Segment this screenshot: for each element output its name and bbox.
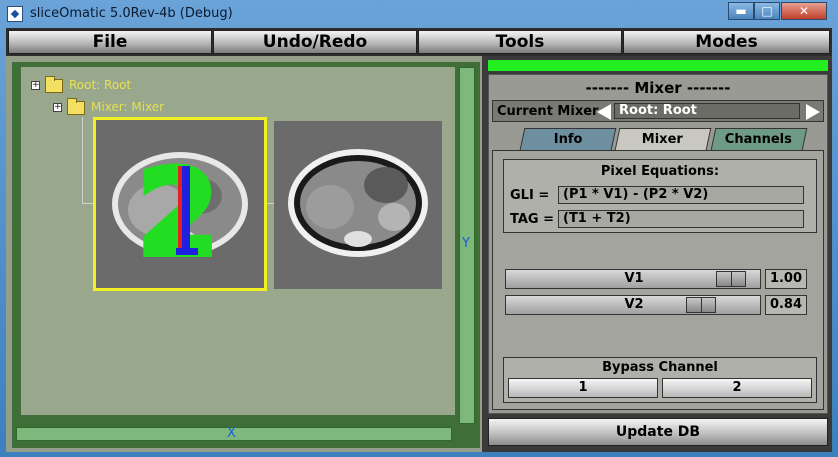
y-axis-label: Y bbox=[462, 236, 470, 251]
v1-slider-thumb[interactable] bbox=[716, 271, 746, 287]
menu-tools[interactable]: Tools bbox=[418, 30, 622, 54]
v2-slider[interactable]: V2 bbox=[505, 295, 761, 315]
graph-view-pane: + Root: Root + Mixer: Mixer Y X bbox=[12, 62, 480, 448]
pixel-equations-group: Pixel Equations: GLI = (P1 * V1) - (P2 *… bbox=[503, 159, 817, 233]
gli-label: GLI = bbox=[510, 188, 550, 203]
next-mixer-arrow-icon[interactable] bbox=[806, 104, 820, 120]
tab-info-label: Info bbox=[553, 132, 583, 147]
tree-label-mixer[interactable]: Mixer: Mixer bbox=[91, 100, 164, 114]
bypass-channel-1-button[interactable]: 1 bbox=[508, 378, 658, 398]
current-mixer-bar: Current Mixer Root: Root bbox=[492, 100, 824, 122]
mixer-panel: ------- Mixer ------- Current Mixer Root… bbox=[488, 74, 828, 414]
bypass-channel-2-button[interactable]: 2 bbox=[662, 378, 812, 398]
folder-icon bbox=[67, 98, 85, 115]
v2-slider-label: V2 bbox=[624, 297, 644, 312]
expand-icon[interactable]: + bbox=[31, 81, 40, 90]
tab-mixer[interactable]: Mixer bbox=[614, 128, 712, 150]
label-overlay-1-edge bbox=[182, 166, 190, 252]
tree-label-root[interactable]: Root: Root bbox=[69, 78, 131, 92]
label-overlay-1-base bbox=[176, 248, 198, 255]
menu-file[interactable]: File bbox=[8, 30, 212, 54]
menu-bar: File Undo/Redo Tools Modes bbox=[6, 28, 832, 56]
mixer-control-pane: ------- Mixer ------- Current Mixer Root… bbox=[482, 56, 832, 452]
bypass-channel-group: Bypass Channel 1 2 bbox=[503, 357, 817, 403]
pixel-equations-title: Pixel Equations: bbox=[600, 164, 720, 179]
mixer-title: ------- Mixer ------- bbox=[585, 79, 731, 97]
v2-value: 0.84 bbox=[765, 295, 807, 315]
window-title: sliceOmatic 5.0Rev-4b (Debug) bbox=[30, 6, 233, 21]
mixed-slice-thumbnail[interactable]: 2 bbox=[93, 117, 267, 291]
folder-icon bbox=[45, 76, 63, 93]
menu-undo-redo[interactable]: Undo/Redo bbox=[213, 30, 417, 54]
tab-channels-label: Channels bbox=[725, 132, 793, 147]
v1-value: 1.00 bbox=[765, 269, 807, 289]
current-mixer-value[interactable]: Root: Root bbox=[614, 103, 800, 119]
tab-info[interactable]: Info bbox=[519, 128, 617, 150]
v1-slider[interactable]: V1 bbox=[505, 269, 761, 289]
x-axis-label: X bbox=[227, 426, 236, 441]
previous-mixer-arrow-icon[interactable] bbox=[597, 104, 611, 120]
graph-viewport[interactable]: + Root: Root + Mixer: Mixer bbox=[21, 67, 455, 415]
close-button[interactable]: ✕ bbox=[781, 2, 827, 20]
horizontal-scrollbar[interactable]: X bbox=[16, 426, 452, 441]
client-area: File Undo/Redo Tools Modes + Root: Root … bbox=[6, 28, 832, 452]
ct-slice-overlay-image: 2 bbox=[112, 141, 248, 285]
tag-equation-field[interactable]: (T1 + T2) bbox=[558, 210, 804, 228]
mixer-tab-content: Pixel Equations: GLI = (P1 * V1) - (P2 *… bbox=[492, 150, 824, 410]
minimize-button[interactable]: ▬ bbox=[728, 2, 754, 20]
tab-channels[interactable]: Channels bbox=[710, 128, 808, 150]
tab-mixer-label: Mixer bbox=[642, 132, 684, 147]
ct-slice-image bbox=[288, 149, 428, 257]
tag-label: TAG = bbox=[510, 212, 555, 227]
app-icon[interactable] bbox=[7, 6, 23, 22]
expand-icon[interactable]: + bbox=[53, 103, 62, 112]
bypass-channel-title: Bypass Channel bbox=[602, 360, 718, 375]
title-bar[interactable]: sliceOmatic 5.0Rev-4b (Debug) ▬ □ ✕ bbox=[0, 0, 838, 28]
current-mixer-label: Current Mixer bbox=[497, 104, 599, 119]
application-window: sliceOmatic 5.0Rev-4b (Debug) ▬ □ ✕ File… bbox=[0, 0, 838, 457]
gli-equation-field[interactable]: (P1 * V1) - (P2 * V2) bbox=[558, 186, 804, 204]
maximize-button[interactable]: □ bbox=[754, 2, 780, 20]
vertical-scrollbar[interactable]: Y bbox=[459, 67, 475, 424]
status-bar bbox=[488, 60, 828, 71]
source-slice-thumbnail[interactable] bbox=[274, 121, 442, 289]
v2-slider-thumb[interactable] bbox=[686, 297, 716, 313]
menu-modes[interactable]: Modes bbox=[623, 30, 830, 54]
update-db-button[interactable]: Update DB bbox=[488, 418, 828, 446]
tree-connector bbox=[82, 117, 83, 203]
